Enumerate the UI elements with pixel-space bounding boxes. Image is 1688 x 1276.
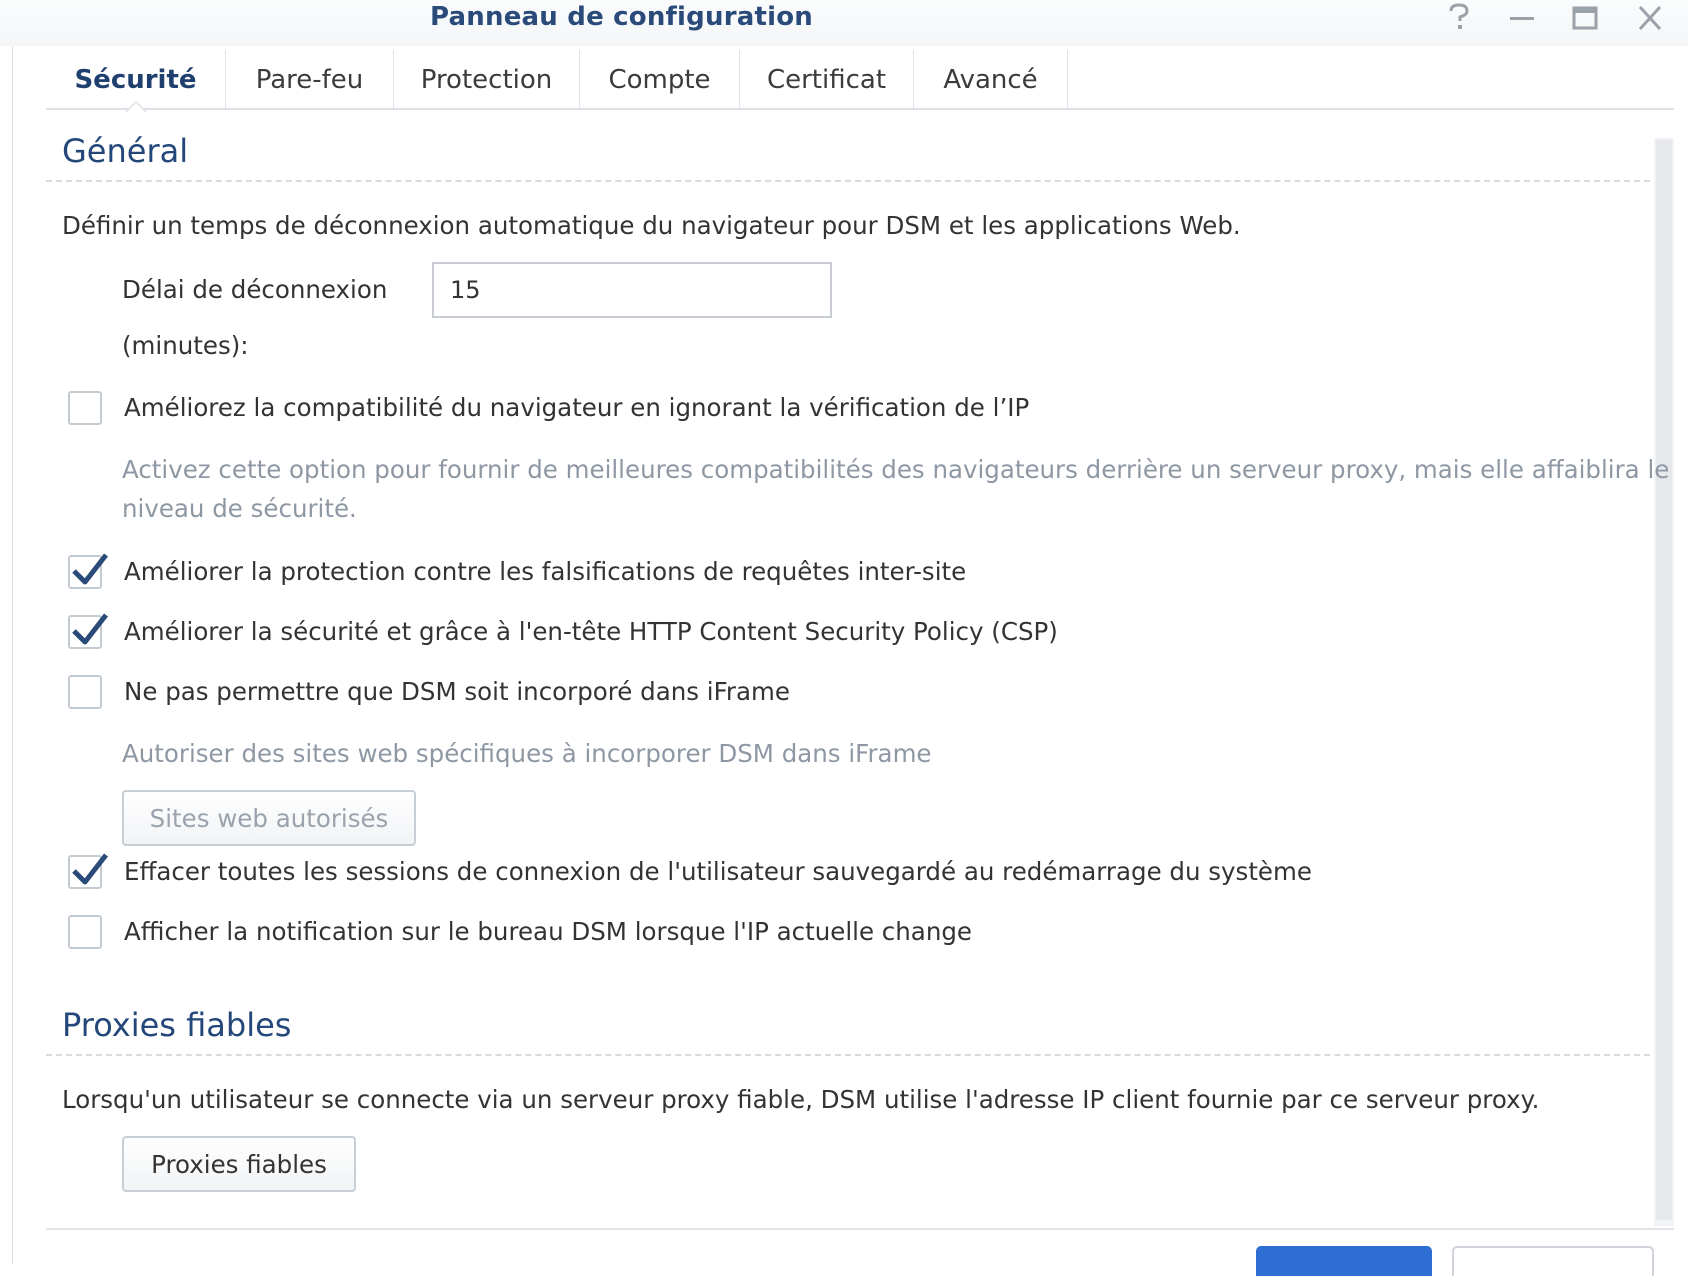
tab-certificat[interactable]: Certificat [740, 50, 914, 110]
ip-compat-hint-cont: niveau de sécurité. [122, 494, 357, 523]
tab-label: Certificat [766, 65, 887, 95]
timeout-label: Délai de déconnexion [122, 275, 388, 304]
option-label-iframe: Ne pas permettre que DSM soit incorporé … [124, 677, 790, 706]
checkbox-ip-compat[interactable] [68, 391, 102, 425]
window-title: Panneau de configuration [430, 2, 813, 32]
checkmark-icon [72, 613, 108, 645]
help-icon [1449, 3, 1469, 29]
option-label-clear-sessions: Effacer toutes les sessions de connexion… [124, 857, 1312, 886]
tab-label: Sécurité [74, 65, 197, 95]
tab-label: Avancé [943, 65, 1038, 95]
tab-avance[interactable]: Avancé [914, 50, 1068, 110]
checkbox-iframe[interactable] [68, 675, 102, 709]
close-button[interactable] [1628, 0, 1672, 36]
option-label-ip-compat: Améliorez la compatibilité du navigateur… [124, 393, 1030, 422]
tab-bar: Sécurité Pare-feu Protection Compte Cert… [46, 50, 1068, 112]
minimize-button[interactable] [1500, 0, 1544, 36]
timeout-description: Définir un temps de déconnexion automati… [62, 211, 1241, 240]
section-divider [46, 180, 1650, 182]
section-divider [46, 1054, 1650, 1056]
tab-label: Pare-feu [255, 65, 364, 95]
section-heading-proxies: Proxies fiables [62, 1006, 292, 1044]
checkbox-csrf[interactable] [68, 553, 108, 589]
minimize-icon [1510, 17, 1534, 20]
close-icon [1638, 5, 1662, 31]
proxies-description: Lorsqu'un utilisateur se connecte via un… [62, 1085, 1540, 1114]
help-button[interactable] [1437, 0, 1481, 36]
apply-button[interactable] [1256, 1246, 1432, 1276]
title-bar [0, 0, 1688, 46]
tab-compte[interactable]: Compte [580, 50, 740, 110]
timeout-label-unit: (minutes): [122, 331, 249, 360]
checkbox-csp[interactable] [68, 613, 108, 649]
checkmark-icon [72, 853, 108, 885]
maximize-button[interactable] [1563, 0, 1607, 36]
maximize-icon [1572, 6, 1598, 30]
scrollbar-thumb[interactable] [1656, 140, 1672, 1220]
reset-button[interactable] [1452, 1246, 1654, 1276]
checkmark-icon [72, 553, 108, 585]
timeout-input[interactable] [432, 262, 832, 318]
footer-divider [46, 1228, 1674, 1230]
tab-divider [46, 108, 1674, 110]
section-heading-general: Général [62, 132, 189, 170]
tab-pare-feu[interactable]: Pare-feu [226, 50, 394, 110]
tab-label: Compte [608, 65, 711, 95]
option-label-csrf: Améliorer la protection contre les falsi… [124, 557, 967, 586]
ip-compat-hint: Activez cette option pour fournir de mei… [122, 455, 1670, 484]
tab-protection[interactable]: Protection [394, 50, 580, 110]
tab-securite[interactable]: Sécurité [46, 50, 226, 112]
allowed-sites-button[interactable]: Sites web autorisés [122, 790, 416, 846]
checkbox-clear-sessions[interactable] [68, 853, 108, 889]
tab-label: Protection [420, 65, 553, 95]
checkbox-ip-notification[interactable] [68, 915, 102, 949]
option-label-csp: Améliorer la sécurité et grâce à l'en-tê… [124, 617, 1058, 646]
option-label-ip-notification: Afficher la notification sur le bureau D… [124, 917, 972, 946]
iframe-hint: Autoriser des sites web spécifiques à in… [122, 739, 932, 768]
trusted-proxies-button[interactable]: Proxies fiables [122, 1136, 356, 1192]
